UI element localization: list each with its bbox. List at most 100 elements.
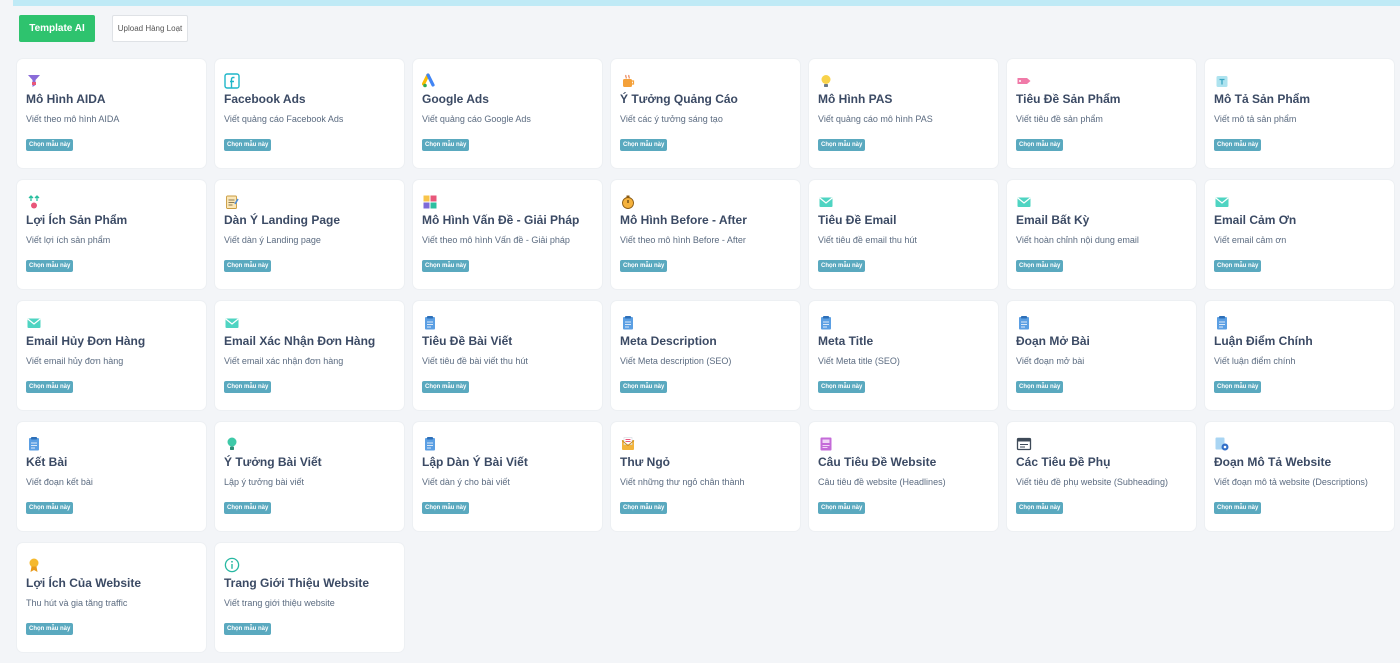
choose-template-button[interactable]: Chọn mẫu này <box>26 260 74 272</box>
template-card[interactable]: Mô Hình Before - After Viết theo mô hình … <box>611 180 800 289</box>
benefit-icon <box>26 194 42 210</box>
notepad-icon <box>224 194 240 210</box>
template-card[interactable]: Dàn Ý Landing Page Viết dàn ý Landing pag… <box>215 180 404 289</box>
template-card[interactable]: Tiêu Đề Sản Phẩm Viết tiêu đề sản phẩm Chọ… <box>1007 59 1196 168</box>
template-card[interactable]: Lập Dàn Ý Bài Viết Viết dàn ý cho bài viế… <box>413 422 602 531</box>
choose-template-button[interactable]: Chọn mẫu này <box>224 623 272 635</box>
document-icon <box>1214 315 1230 331</box>
template-card[interactable]: Email Bất Kỳ Viết hoàn chỉnh nội dung ema… <box>1007 180 1196 289</box>
template-title: Tiêu Đề Email <box>818 213 897 227</box>
top-accent-bar <box>13 0 1400 6</box>
choose-template-button[interactable]: Chọn mẫu này <box>1214 381 1262 393</box>
template-ai-button[interactable]: Template AI <box>19 15 95 42</box>
template-card[interactable]: Câu Tiêu Đề Website Câu tiêu đề website (… <box>809 422 998 531</box>
choose-template-button[interactable]: Chọn mẫu này <box>26 623 74 635</box>
template-description: Viết dàn ý Landing page <box>224 235 321 245</box>
choose-template-button[interactable]: Chọn mẫu này <box>26 502 74 514</box>
template-card[interactable]: Tiêu Đề Email Viết tiêu đề email thu hút C… <box>809 180 998 289</box>
choose-template-button[interactable]: Chọn mẫu này <box>1214 260 1262 272</box>
template-card[interactable]: Đoạn Mở Bài Viết đoạn mở bài Chọn mẫu này <box>1007 301 1196 410</box>
choose-template-button[interactable]: Chọn mẫu này <box>1016 502 1064 514</box>
template-card[interactable]: Email Xác Nhận Đơn Hàng Viết email xác nh… <box>215 301 404 410</box>
template-card[interactable]: Mô Hình AIDA Viết theo mô hình AIDA Chọn m… <box>17 59 206 168</box>
choose-template-button[interactable]: Chọn mẫu này <box>1016 260 1064 272</box>
document-icon <box>818 315 834 331</box>
template-card[interactable]: Thư Ngỏ Viết những thư ngỏ chân thành Chọn… <box>611 422 800 531</box>
template-title: Lợi Ích Sản Phẩm <box>26 213 128 227</box>
template-description: Viết tiêu đề email thu hút <box>818 235 917 245</box>
choose-template-button[interactable]: Chọn mẫu này <box>1016 139 1064 151</box>
template-card[interactable]: Kết Bài Viết đoạn kết bài Chọn mẫu này <box>17 422 206 531</box>
template-title: Câu Tiêu Đề Website <box>818 455 937 469</box>
choose-template-button[interactable]: Chọn mẫu này <box>422 139 470 151</box>
template-title: Google Ads <box>422 92 489 106</box>
choose-template-button[interactable]: Chọn mẫu này <box>422 381 470 393</box>
choose-template-button[interactable]: Chọn mẫu này <box>620 502 668 514</box>
template-description: Viết Meta description (SEO) <box>620 356 732 366</box>
template-description: Viết dàn ý cho bài viết <box>422 477 510 487</box>
choose-template-button[interactable]: Chọn mẫu này <box>1214 502 1262 514</box>
choose-template-button[interactable]: Chọn mẫu này <box>224 260 272 272</box>
document-icon <box>620 315 636 331</box>
google-ads-icon <box>421 73 438 89</box>
template-title: Thư Ngỏ <box>620 455 671 469</box>
template-card[interactable]: Tiêu Đề Bài Viết Viết tiêu đề bài viết th… <box>413 301 602 410</box>
template-card[interactable]: Ý Tưởng Bài Viết Lập ý tưởng bài viết Chọn… <box>215 422 404 531</box>
template-card[interactable]: Lợi Ích Sản Phẩm Viết lợi ích sản phẩm Chọ… <box>17 180 206 289</box>
choose-template-button[interactable]: Chọn mẫu này <box>818 260 866 272</box>
template-card[interactable]: Meta Title Viết Meta title (SEO) Chọn mẫu … <box>809 301 998 410</box>
template-description: Viết theo mô hình AIDA <box>26 114 120 124</box>
template-card[interactable]: Email Hủy Đơn Hàng Viết email hủy đơn hàn… <box>17 301 206 410</box>
choose-template-button[interactable]: Chọn mẫu này <box>620 381 668 393</box>
browser-window-icon <box>1016 436 1032 452</box>
template-description: Viết theo mô hình Before - After <box>620 235 746 245</box>
choose-template-button[interactable]: Chọn mẫu này <box>224 139 272 151</box>
template-description: Lập ý tưởng bài viết <box>224 477 304 487</box>
template-title: Mô Hình Vấn Đề - Giải Pháp <box>422 213 580 227</box>
template-title: Đoạn Mô Tả Website <box>1214 455 1332 469</box>
template-card[interactable]: Email Cảm Ơn Viết email cảm ơn Chọn mẫu nà… <box>1205 180 1394 289</box>
stopwatch-icon <box>620 194 636 210</box>
template-description: Viết hoàn chỉnh nội dung email <box>1016 235 1139 245</box>
template-title: Facebook Ads <box>224 92 306 106</box>
choose-template-button[interactable]: Chọn mẫu này <box>818 381 866 393</box>
template-card[interactable]: Facebook Ads Viết quảng cáo Facebook Ads C… <box>215 59 404 168</box>
choose-template-button[interactable]: Chọn mẫu này <box>422 502 470 514</box>
choose-template-button[interactable]: Chọn mẫu này <box>224 381 272 393</box>
template-card[interactable]: Mô Tả Sản Phẩm Viết mô tả sản phẩm Chọn mẫ… <box>1205 59 1394 168</box>
template-card[interactable]: Đoạn Mô Tả Website Viết đoạn mô tả websit… <box>1205 422 1394 531</box>
template-description: Viết quảng cáo Facebook Ads <box>224 114 344 124</box>
choose-template-button[interactable]: Chọn mẫu này <box>620 260 668 272</box>
template-description: Viết đoạn mở bài <box>1016 356 1085 366</box>
template-description: Viết những thư ngỏ chân thành <box>620 477 745 487</box>
template-title: Meta Description <box>620 334 717 348</box>
template-description: Viết mô tả sản phẩm <box>1214 114 1297 124</box>
template-description: Viết email hủy đơn hàng <box>26 356 124 366</box>
template-description: Viết luận điểm chính <box>1214 356 1296 366</box>
choose-template-button[interactable]: Chọn mẫu này <box>422 260 470 272</box>
choose-template-button[interactable]: Chọn mẫu này <box>26 381 74 393</box>
choose-template-button[interactable]: Chọn mẫu này <box>818 502 866 514</box>
choose-template-button[interactable]: Chọn mẫu này <box>818 139 866 151</box>
template-card[interactable]: Các Tiêu Đề Phụ Viết tiêu đề phụ website … <box>1007 422 1196 531</box>
document-icon <box>422 436 438 452</box>
template-title: Meta Title <box>818 334 874 348</box>
choose-template-button[interactable]: Chọn mẫu này <box>26 139 74 151</box>
choose-template-button[interactable]: Chọn mẫu này <box>620 139 668 151</box>
choose-template-button[interactable]: Chọn mẫu này <box>224 502 272 514</box>
template-title: Lợi Ích Của Website <box>26 576 141 590</box>
template-title: Mô Hình Before - After <box>620 213 747 227</box>
template-card[interactable]: Mô Hình PAS Viết quảng cáo mô hình PAS Chọ… <box>809 59 998 168</box>
upload-bulk-button[interactable]: Upload Hàng Loạt <box>112 15 188 42</box>
template-card[interactable]: Luận Điểm Chính Viết luận điểm chính Chọn … <box>1205 301 1394 410</box>
template-description: Viết Meta title (SEO) <box>818 356 900 366</box>
template-card[interactable]: Meta Description Viết Meta description (S… <box>611 301 800 410</box>
template-card[interactable]: Ý Tưởng Quảng Cáo Viết các ý tưởng sáng t… <box>611 59 800 168</box>
template-card[interactable]: Lợi Ích Của Website Thu hút và gia tăng t… <box>17 543 206 652</box>
template-card[interactable]: Mô Hình Vấn Đề - Giải Pháp Viết theo mô h… <box>413 180 602 289</box>
template-title: Ý Tưởng Bài Viết <box>224 455 322 469</box>
choose-template-button[interactable]: Chọn mẫu này <box>1016 381 1064 393</box>
template-card[interactable]: Google Ads Viết quảng cáo Google Ads Chọn … <box>413 59 602 168</box>
template-card[interactable]: Trang Giới Thiệu Website Viết trang giới … <box>215 543 404 652</box>
choose-template-button[interactable]: Chọn mẫu này <box>1214 139 1262 151</box>
